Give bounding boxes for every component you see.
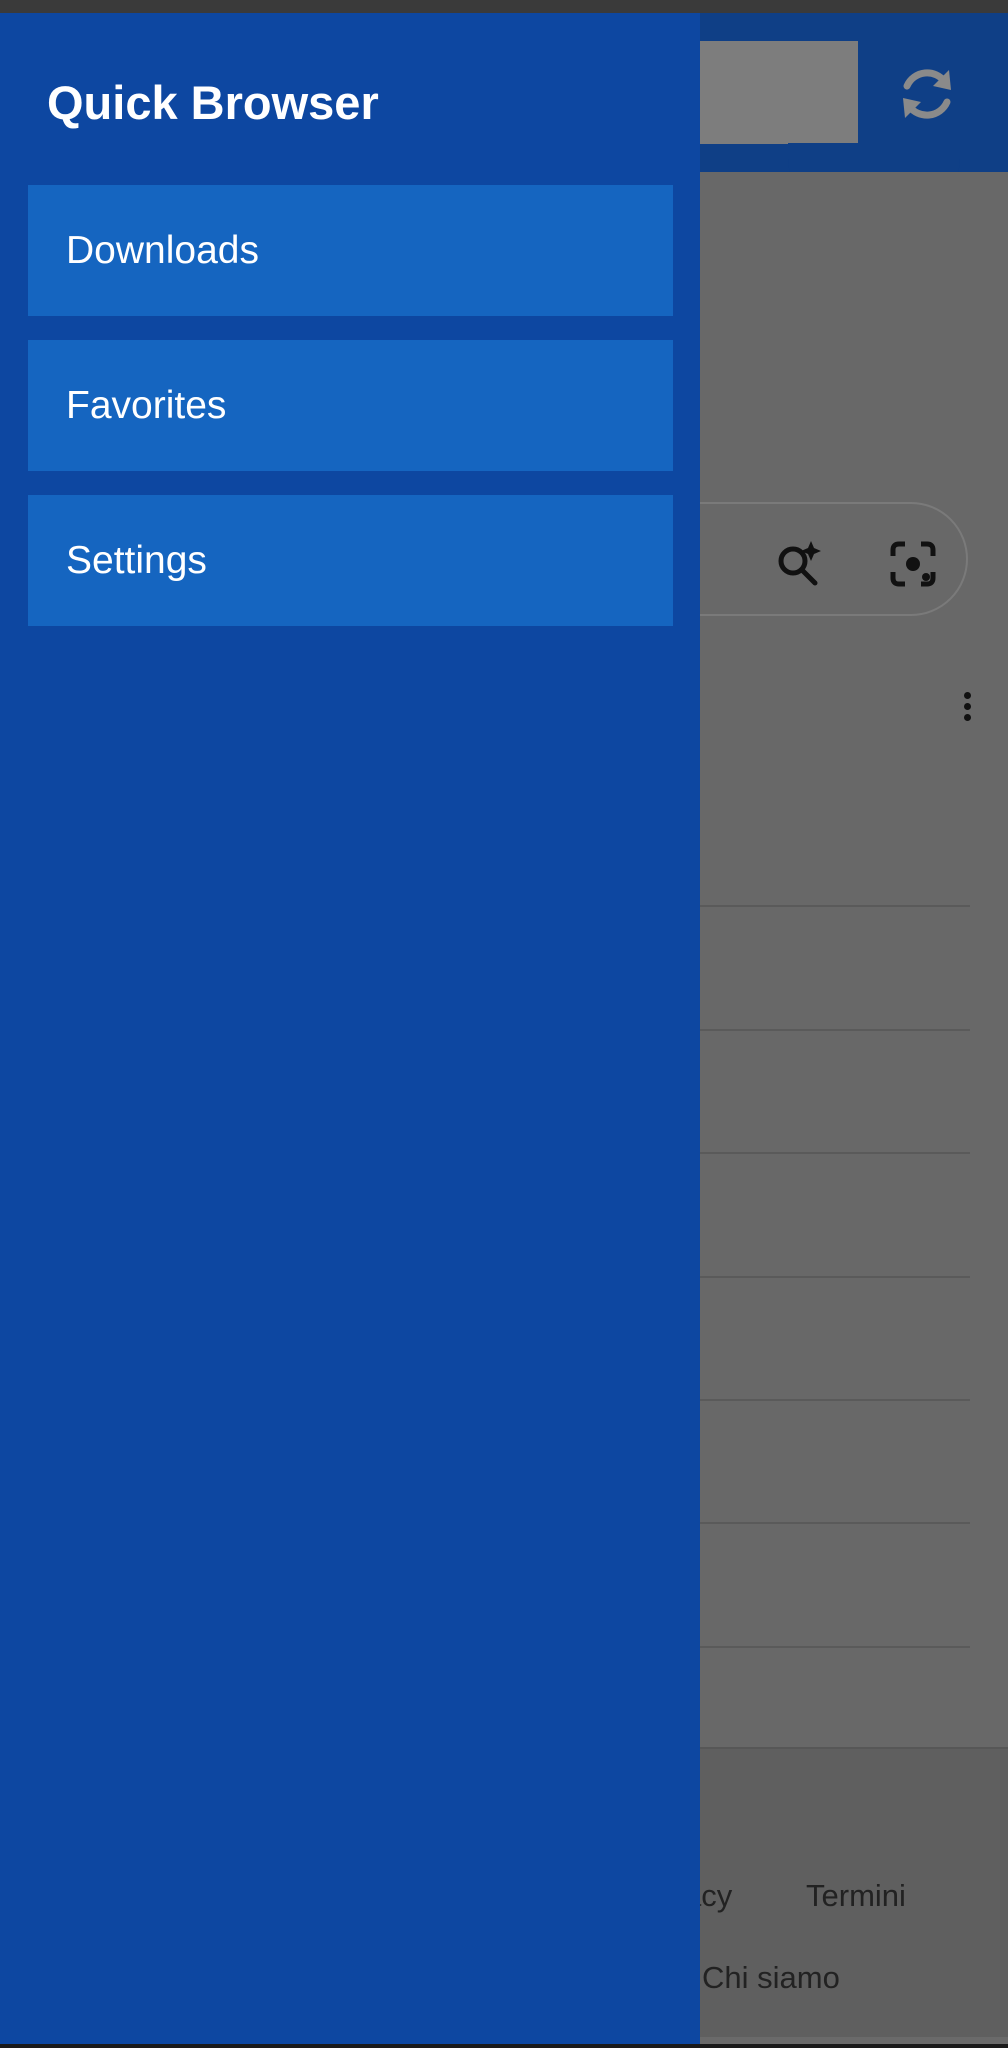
camera-lens-icon[interactable] — [889, 540, 937, 588]
footer-link-about[interactable]: Chi siamo — [702, 1960, 840, 1996]
list-divider — [690, 1276, 970, 1278]
footer-link-terms[interactable]: Termini — [806, 1878, 906, 1914]
drawer-item-settings[interactable]: Settings — [28, 495, 673, 626]
list-divider — [690, 1522, 970, 1524]
ai-search-icon[interactable] — [775, 539, 823, 587]
more-vertical-icon[interactable] — [955, 692, 979, 728]
list-divider — [690, 1152, 970, 1154]
drawer-item-label: Settings — [66, 538, 207, 582]
drawer-title: Quick Browser — [47, 76, 379, 129]
list-divider — [690, 905, 970, 907]
list-divider — [690, 1399, 970, 1401]
list-divider — [690, 1646, 970, 1648]
drawer-item-downloads[interactable]: Downloads — [28, 185, 673, 316]
drawer-item-label: Downloads — [66, 228, 259, 272]
navigation-drawer: Quick Browser Downloads Favorites Settin… — [0, 13, 700, 2048]
status-bar — [0, 0, 1008, 13]
refresh-icon[interactable] — [893, 60, 961, 128]
list-divider — [690, 1029, 970, 1031]
drawer-item-favorites[interactable]: Favorites — [28, 340, 673, 471]
drawer-item-label: Favorites — [66, 383, 227, 427]
system-navigation-bar — [0, 2044, 1008, 2048]
